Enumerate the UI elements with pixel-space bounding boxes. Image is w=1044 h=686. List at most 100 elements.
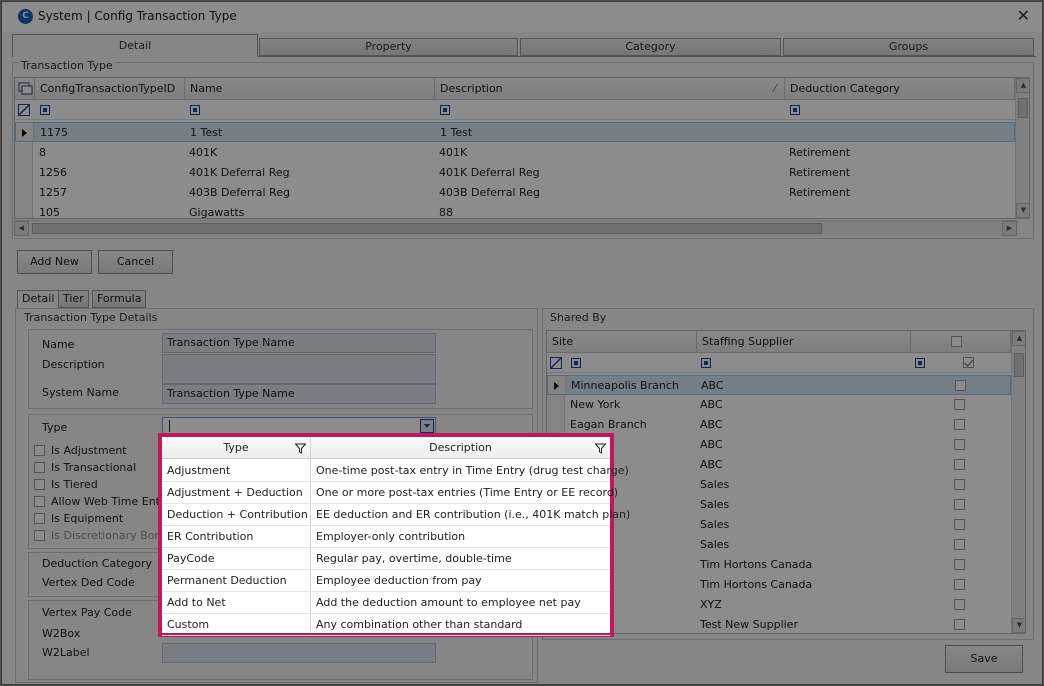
- dropdown-option[interactable]: PayCode Regular pay, overtime, double-tim…: [162, 548, 610, 570]
- tab-detail[interactable]: Detail: [12, 34, 258, 57]
- dropdown-option[interactable]: Permanent Deduction Employee deduction fr…: [162, 570, 610, 592]
- option-type: Permanent Deduction: [167, 574, 287, 587]
- shared-checkbox[interactable]: [954, 479, 965, 490]
- shared-checkbox[interactable]: [955, 380, 966, 391]
- scroll-left-icon[interactable]: ◀: [14, 221, 29, 236]
- shared-checkbox[interactable]: [954, 619, 965, 630]
- table-row[interactable]: 8 401K 401K Retirement: [15, 143, 1015, 163]
- subtab-tier[interactable]: Tier: [58, 290, 89, 308]
- vertical-scrollbar[interactable]: ▲ ▼: [1015, 78, 1029, 218]
- table-row[interactable]: olisSales: [547, 535, 1011, 555]
- w2label-field[interactable]: [162, 643, 436, 663]
- table-row[interactable]: Tim Hortons Canada: [547, 555, 1011, 575]
- horizontal-scroll-thumb[interactable]: [32, 223, 822, 234]
- table-row[interactable]: Eagan Branch ABC: [547, 415, 1011, 435]
- table-row[interactable]: 1256 401K Deferral Reg 401K Deferral Reg…: [15, 163, 1015, 183]
- checkbox-icon[interactable]: [34, 462, 45, 473]
- table-row[interactable]: 1175 1 Test 1 Test: [15, 122, 1015, 142]
- table-row[interactable]: New York ABC: [547, 395, 1011, 415]
- scroll-down-icon[interactable]: ▼: [1012, 618, 1025, 633]
- tab-category[interactable]: Category: [520, 38, 781, 56]
- column-header-deduction-category[interactable]: Deduction Category: [785, 78, 1015, 100]
- shared-vertical-scrollbar[interactable]: ▲ ▼: [1011, 331, 1025, 633]
- cell-description: 403B Deferral Reg: [439, 186, 540, 199]
- chevron-down-icon[interactable]: [420, 419, 434, 433]
- name-field[interactable]: Transaction Type Name: [162, 333, 436, 353]
- column-header-id[interactable]: ConfigTransactionTypeID: [35, 78, 185, 100]
- scroll-right-icon[interactable]: ▶: [1002, 221, 1017, 236]
- shared-checkbox[interactable]: [954, 399, 965, 410]
- column-header-staffing-supplier[interactable]: Staffing Supplier: [697, 331, 911, 353]
- subtab-detail[interactable]: Detail: [17, 290, 60, 309]
- checkbox-icon[interactable]: [34, 513, 45, 524]
- app-logo-icon: C: [18, 9, 33, 24]
- dropdown-option[interactable]: Adjustment One-time post-tax entry in Tim…: [162, 460, 629, 482]
- scroll-down-icon[interactable]: ▼: [1016, 203, 1029, 218]
- cell-id: 105: [39, 206, 60, 219]
- filter-name-icon[interactable]: [190, 105, 200, 115]
- dropdown-option[interactable]: Deduction + Contribution EE deduction and…: [162, 504, 630, 526]
- description-field[interactable]: [162, 354, 436, 384]
- shared-checkbox[interactable]: [954, 499, 965, 510]
- table-row[interactable]: esABC: [547, 435, 1011, 455]
- tab-property[interactable]: Property: [259, 38, 518, 56]
- option-description: Add the deduction amount to employee net…: [316, 596, 581, 609]
- table-row[interactable]: ranchTest New Supplier: [547, 615, 1011, 633]
- scroll-up-icon[interactable]: ▲: [1012, 331, 1025, 346]
- shared-checkbox[interactable]: [954, 459, 965, 470]
- filter-checked-checkbox[interactable]: [963, 357, 974, 368]
- shared-checkbox[interactable]: [954, 439, 965, 450]
- scroll-up-icon[interactable]: ▲: [1016, 78, 1029, 93]
- horizontal-scrollbar[interactable]: ◀ ▶: [14, 220, 1018, 236]
- close-icon[interactable]: ✕: [1017, 6, 1030, 25]
- dropdown-option[interactable]: ER Contribution Employer-only contributio…: [162, 526, 610, 548]
- shared-checkbox[interactable]: [954, 579, 965, 590]
- shared-checkbox[interactable]: [954, 519, 965, 530]
- filter-description-icon[interactable]: [440, 105, 450, 115]
- system-name-field[interactable]: Transaction Type Name: [162, 384, 436, 404]
- filter-site-icon[interactable]: [571, 358, 581, 368]
- table-row[interactable]: 1257 403B Deferral Reg 403B Deferral Reg…: [15, 183, 1015, 203]
- checkbox-icon[interactable]: [34, 479, 45, 490]
- clear-filter-icon[interactable]: [18, 104, 30, 116]
- column-header-shared[interactable]: [911, 331, 1011, 353]
- dropdown-option[interactable]: Add to Net Add the deduction amount to em…: [162, 592, 610, 614]
- column-header-description[interactable]: Description ⁄: [435, 78, 785, 100]
- scroll-thumb[interactable]: [1018, 98, 1028, 118]
- filter-supplier-icon[interactable]: [701, 358, 711, 368]
- shared-checkbox[interactable]: [954, 559, 965, 570]
- dropdown-header-description[interactable]: Description: [311, 437, 610, 459]
- cell-supplier: Sales: [700, 538, 730, 551]
- dropdown-header-type[interactable]: Type: [162, 437, 310, 459]
- filter-category-icon[interactable]: [790, 105, 800, 115]
- checkbox-icon[interactable]: [34, 445, 45, 456]
- cell-supplier: Sales: [700, 518, 730, 531]
- tab-groups[interactable]: Groups: [783, 38, 1034, 56]
- filter-id-icon[interactable]: [40, 105, 50, 115]
- shared-checkbox[interactable]: [954, 419, 965, 430]
- sort-indicator-icon: ⁄: [774, 82, 776, 95]
- table-row[interactable]: Tim Hortons Canada: [547, 575, 1011, 595]
- table-row[interactable]: Minneapolis Branch ABC: [547, 375, 1011, 395]
- clear-filter-icon[interactable]: [550, 357, 562, 369]
- cell-supplier: XYZ: [700, 598, 722, 611]
- save-button[interactable]: Save: [945, 645, 1023, 673]
- table-row[interactable]: 105 Gigawatts 88: [15, 203, 1015, 219]
- cancel-button[interactable]: Cancel: [98, 250, 173, 274]
- shared-checkbox[interactable]: [954, 539, 965, 550]
- scroll-thumb[interactable]: [1014, 353, 1024, 377]
- subtab-formula[interactable]: Formula: [92, 290, 147, 308]
- checkbox-icon[interactable]: [34, 496, 45, 507]
- column-header-name[interactable]: Name: [185, 78, 435, 100]
- column-header-site[interactable]: Site: [547, 331, 697, 353]
- table-row[interactable]: XYZ: [547, 595, 1011, 615]
- add-new-button[interactable]: Add New: [17, 250, 92, 274]
- filter-shared-icon[interactable]: [915, 358, 925, 368]
- dropdown-option[interactable]: Custom Any combination other than standar…: [162, 614, 610, 636]
- dropdown-option[interactable]: Adjustment + Deduction One or more post-t…: [162, 482, 618, 504]
- filter-icon[interactable]: [595, 443, 606, 454]
- column-chooser-icon[interactable]: [15, 78, 35, 100]
- select-all-checkbox[interactable]: [951, 336, 962, 347]
- filter-icon[interactable]: [295, 443, 306, 454]
- shared-checkbox[interactable]: [954, 599, 965, 610]
